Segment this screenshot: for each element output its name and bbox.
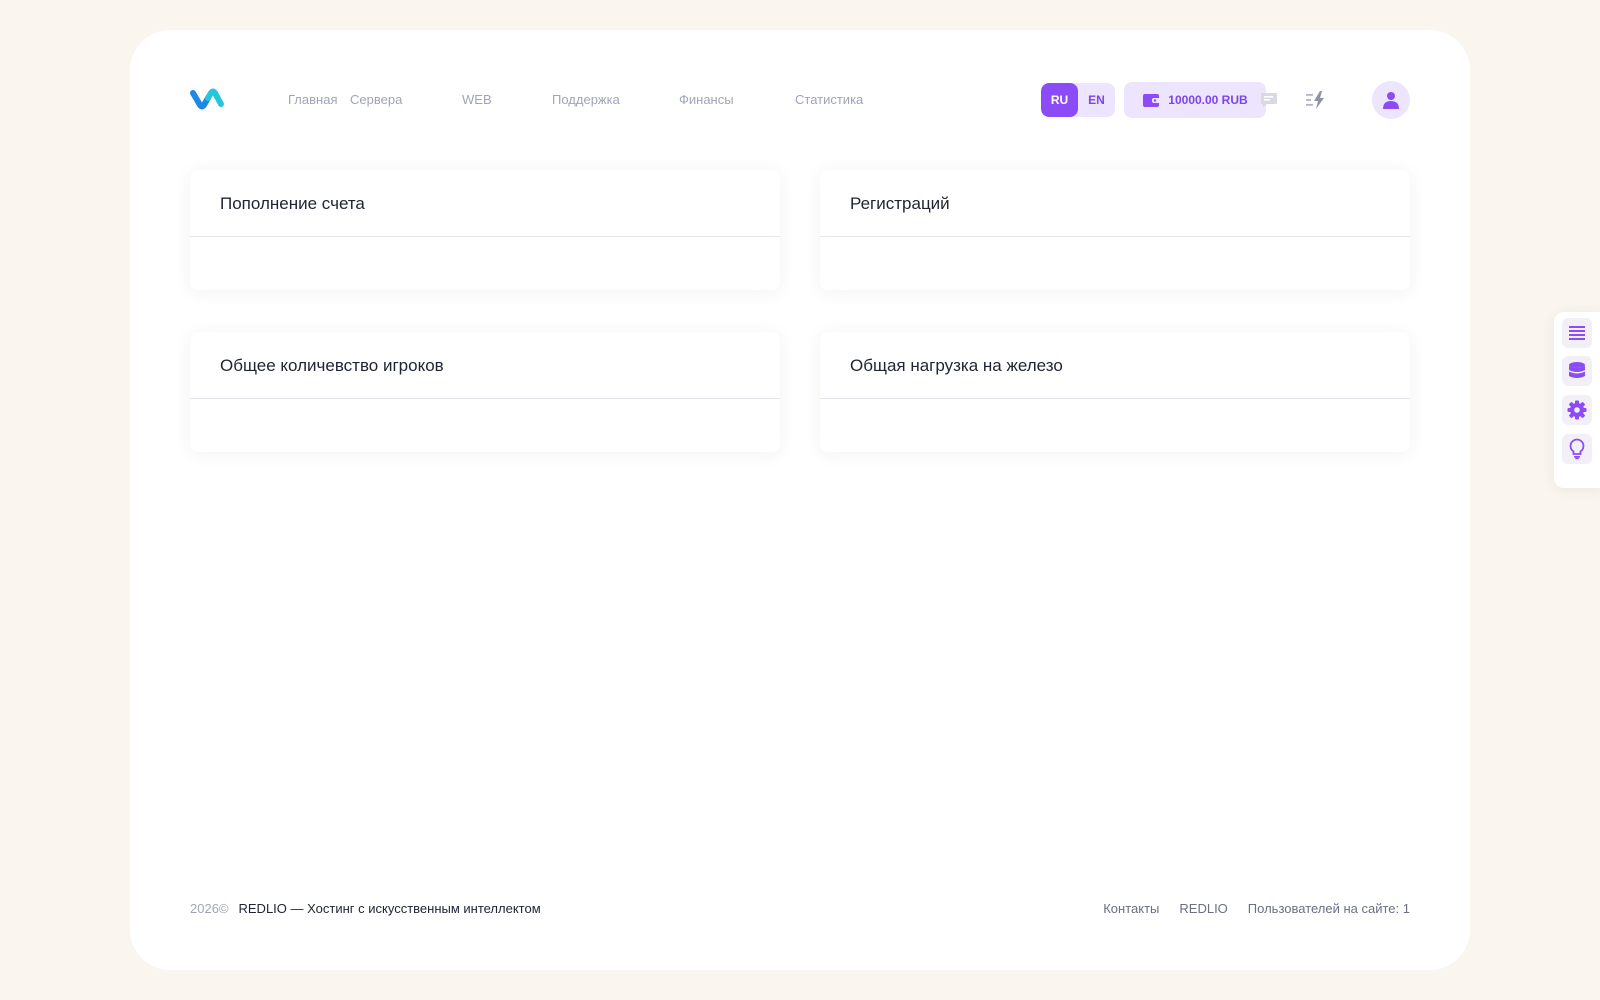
lightning-icon[interactable] xyxy=(1305,89,1327,111)
logo-icon[interactable] xyxy=(190,86,226,112)
side-toolbar xyxy=(1554,312,1600,488)
card-total-players: Общее количевство игроков xyxy=(190,332,780,452)
user-avatar[interactable] xyxy=(1372,81,1410,119)
user-icon xyxy=(1383,92,1399,109)
database-icon[interactable] xyxy=(1562,356,1592,386)
footer-users-online: Пользователей на сайте: 1 xyxy=(1247,901,1410,916)
nav-statistics[interactable]: Статистика xyxy=(795,90,863,110)
footer-contacts-link[interactable]: Контакты xyxy=(1103,900,1159,918)
card-hardware-load: Общая нагрузка на железо xyxy=(820,332,1410,452)
footer-tagline: REDLIO — Хостинг с искусственным интелле… xyxy=(238,901,541,916)
card-registrations: Регистраций xyxy=(820,170,1410,290)
card-deposits: Пополнение счета xyxy=(190,170,780,290)
main-nav: Главная Сервера WEB Поддержка Финансы Ст… xyxy=(288,90,863,110)
footer-brand-link[interactable]: REDLIO xyxy=(1179,900,1227,918)
language-switch: RU EN xyxy=(1041,83,1115,117)
gear-icon[interactable] xyxy=(1562,395,1592,425)
footer-left: 2026© REDLIO — Хостинг с искусственным и… xyxy=(190,900,541,918)
chat-icon[interactable] xyxy=(1258,89,1280,111)
lang-ru-button[interactable]: RU xyxy=(1041,83,1078,117)
list-icon[interactable] xyxy=(1562,318,1592,348)
nav-servers[interactable]: Сервера xyxy=(350,90,462,110)
nav-support[interactable]: Поддержка xyxy=(552,90,679,110)
card-title: Пополнение счета xyxy=(190,170,780,237)
balance-button[interactable]: 10000.00 RUB xyxy=(1124,82,1266,118)
nav-home[interactable]: Главная xyxy=(288,90,350,110)
main-frame: Главная Сервера WEB Поддержка Финансы Ст… xyxy=(130,30,1470,970)
card-title: Общее количевство игроков xyxy=(190,332,780,399)
nav-finance[interactable]: Финансы xyxy=(679,90,795,110)
wallet-icon xyxy=(1143,94,1161,107)
balance-text: 10000.00 RUB xyxy=(1168,93,1248,107)
card-title: Регистраций xyxy=(820,170,1410,237)
footer-year: 2026© xyxy=(190,901,229,916)
card-title: Общая нагрузка на железо xyxy=(820,332,1410,399)
footer-right: Контакты REDLIO Пользователей на сайте: … xyxy=(1103,900,1410,918)
nav-web[interactable]: WEB xyxy=(462,90,552,110)
lang-en-button[interactable]: EN xyxy=(1078,83,1115,117)
lightbulb-icon[interactable] xyxy=(1562,434,1592,464)
